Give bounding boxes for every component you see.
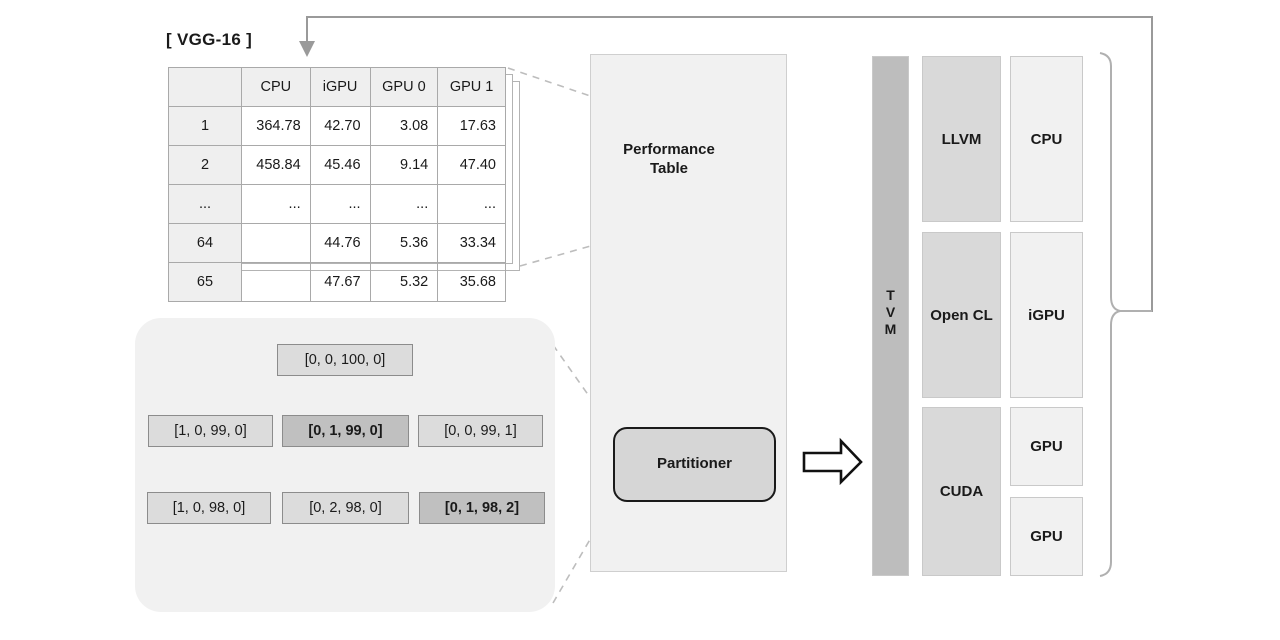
table-cell: 35.68 <box>437 262 506 302</box>
tree-node-l1-1: [0, 1, 99, 0] <box>282 415 409 447</box>
table-header-row: CPU iGPU GPU 0 GPU 1 <box>168 67 506 107</box>
performance-table-grid: CPU iGPU GPU 0 GPU 1 1 364.78 42.70 3.08… <box>168 67 506 302</box>
table-cell: 3.08 <box>369 106 439 146</box>
table-row: 64 44.76 5.36 33.34 <box>168 223 506 263</box>
table-cell: 5.32 <box>369 262 439 302</box>
backend-llvm: LLVM <box>922 56 1001 222</box>
partitioner-label: Partitioner <box>656 455 732 472</box>
page-title: [ VGG-16 ] <box>166 30 253 49</box>
table-cell: ... <box>309 184 371 224</box>
table-cell: 42.70 <box>309 106 371 146</box>
performance-table: CPU iGPU GPU 0 GPU 1 1 364.78 42.70 3.08… <box>168 67 506 302</box>
table-row: 2 458.84 45.46 9.14 47.40 <box>168 145 506 185</box>
tree-node-l1-2: [0, 0, 99, 1] <box>418 415 543 447</box>
backend-cuda: CUDA <box>922 407 1001 576</box>
table-cell: 5.36 <box>369 223 439 263</box>
table-cell: 458.84 <box>241 145 311 185</box>
table-row-header: 1 <box>168 106 242 146</box>
partitioner-to-tvm-arrow <box>802 437 863 486</box>
diagram-canvas: [ VGG-16 ] CPU iGPU GPU 0 GPU 1 1 364.78… <box>0 0 1280 640</box>
device-group-bracket <box>1099 52 1152 577</box>
table-col-header: GPU 1 <box>437 67 506 107</box>
table-row-header: 65 <box>168 262 242 302</box>
table-cell: ... <box>369 184 439 224</box>
tree-node-l2-2: [0, 1, 98, 2] <box>419 492 545 524</box>
table-cell: ... <box>437 184 506 224</box>
table-cell: 45.46 <box>309 145 371 185</box>
tvm-label: TVM <box>884 287 897 337</box>
performance-table-doc-label: Performance Table <box>614 140 724 178</box>
tree-node-l2-1: [0, 2, 98, 0] <box>282 492 409 524</box>
perf-doc-line-2: Table <box>649 160 689 177</box>
device-gpu-1: GPU <box>1010 497 1083 576</box>
table-col-header <box>168 67 242 107</box>
table-cell: 47.40 <box>437 145 506 185</box>
table-row: 65 47.67 5.32 35.68 <box>168 262 506 302</box>
table-col-header: GPU 0 <box>369 67 439 107</box>
table-cell <box>241 262 311 302</box>
device-cpu: CPU <box>1010 56 1083 222</box>
table-cell: 17.63 <box>437 106 506 146</box>
table-cell: 9.14 <box>369 145 439 185</box>
tree-node-l1-0: [1, 0, 99, 0] <box>148 415 273 447</box>
table-cell: 44.76 <box>309 223 371 263</box>
device-igpu: iGPU <box>1010 232 1083 398</box>
table-cell <box>241 223 311 263</box>
table-row-header: 2 <box>168 145 242 185</box>
table-row: ... ... ... ... ... <box>168 184 506 224</box>
table-cell: 364.78 <box>241 106 311 146</box>
table-row: 1 364.78 42.70 3.08 17.63 <box>168 106 506 146</box>
tree-node-root: [0, 0, 100, 0] <box>277 344 413 376</box>
table-col-header: CPU <box>241 67 311 107</box>
table-cell: 47.67 <box>309 262 371 302</box>
table-col-header: iGPU <box>309 67 371 107</box>
device-gpu-0: GPU <box>1010 407 1083 486</box>
table-cell: 33.34 <box>437 223 506 263</box>
table-row-header: ... <box>168 184 242 224</box>
perf-doc-line-1: Performance <box>623 141 715 158</box>
table-row-header: 64 <box>168 223 242 263</box>
backend-opencl: Open CL <box>922 232 1001 398</box>
table-cell: ... <box>241 184 311 224</box>
tree-node-l2-0: [1, 0, 98, 0] <box>147 492 271 524</box>
